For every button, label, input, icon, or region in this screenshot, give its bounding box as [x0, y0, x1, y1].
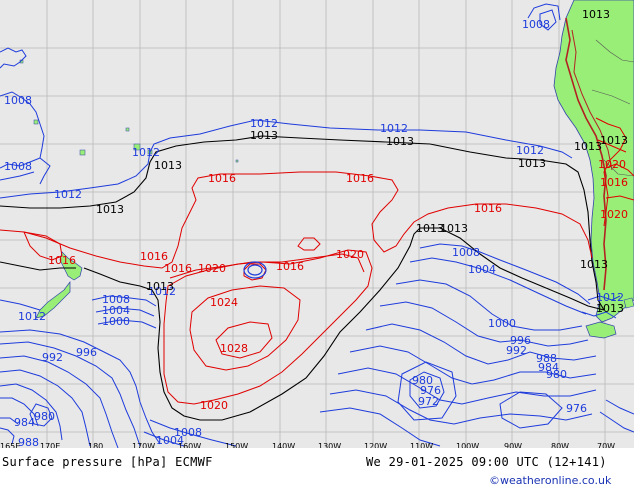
isobar-label: 1012 [132, 146, 160, 159]
isobar-label: 1020 [200, 399, 228, 412]
isobar-label: 1000 [102, 315, 130, 328]
isobar-label: 1020 [336, 248, 364, 261]
isobar-label: 1012 [54, 188, 82, 201]
isobar-label: 1008 [4, 160, 32, 173]
isobar-label: 1016 [346, 172, 374, 185]
isobar-label: 980 [546, 368, 567, 381]
isobar-label: 1013 [600, 134, 628, 147]
falkland-islands [623, 297, 634, 309]
isobar-label: 1013 [146, 280, 174, 293]
isobar-label: 1012 [18, 310, 46, 323]
isobar-label: 1012 [380, 122, 408, 135]
isobar-label: 1024 [210, 296, 238, 309]
isobar-label: 1016 [474, 202, 502, 215]
isobar-label: 1016 [276, 260, 304, 273]
isobar-label: 1013 [574, 140, 602, 153]
isobar-label: 1008 [522, 18, 550, 31]
isobar-label: 1020 [600, 208, 628, 221]
isobar-label: 1016 [164, 262, 192, 275]
isobar-label: 1013 [580, 258, 608, 271]
isobar-label: 1016 [48, 254, 76, 267]
isobar-label: 1008 [452, 246, 480, 259]
isobar-label: 1028 [220, 342, 248, 355]
map-canvas: 1008 1008 1012 1012 1012 1008 1012 1012 … [0, 0, 634, 451]
isobar-label: 1000 [488, 317, 516, 330]
credit-link[interactable]: ©weatheronline.co.uk [489, 474, 611, 487]
isobar-label: 1013 [582, 8, 610, 21]
isobar-label: 1016 [208, 172, 236, 185]
chart-title: Surface pressure [hPa] ECMWF [2, 455, 213, 469]
isobar-label: 1020 [598, 158, 626, 171]
isobar-label: 1013 [250, 129, 278, 142]
isobar-label: 1013 [154, 159, 182, 172]
pressure-map: 1008 1008 1012 1012 1012 1008 1012 1012 … [0, 0, 634, 490]
isobar-label: 1013 [96, 203, 124, 216]
ocean [0, 0, 634, 450]
isobar-label: 1013 [386, 135, 414, 148]
isobar-label: 1016 [600, 176, 628, 189]
isobar-label: 1020 [198, 262, 226, 275]
isobar-label: 992 [506, 344, 527, 357]
isobar-label: 980 [412, 374, 433, 387]
isobar-label: 1013 [596, 302, 624, 315]
isobar-label: 1013 [518, 157, 546, 170]
isobar-label: 1012 [516, 144, 544, 157]
isobar-label: 996 [76, 346, 97, 359]
isobar-label: 976 [566, 402, 587, 415]
isobar-label: 1004 [468, 263, 496, 276]
isobar-label: 984 [14, 416, 35, 429]
isobar-label: 992 [42, 351, 63, 364]
valid-time: We 29-01-2025 09:00 UTC (12+141) [366, 455, 607, 469]
isobar-label: 980 [34, 410, 55, 423]
isobar-label: 1013 [440, 222, 468, 235]
isobar-label: 1008 [4, 94, 32, 107]
